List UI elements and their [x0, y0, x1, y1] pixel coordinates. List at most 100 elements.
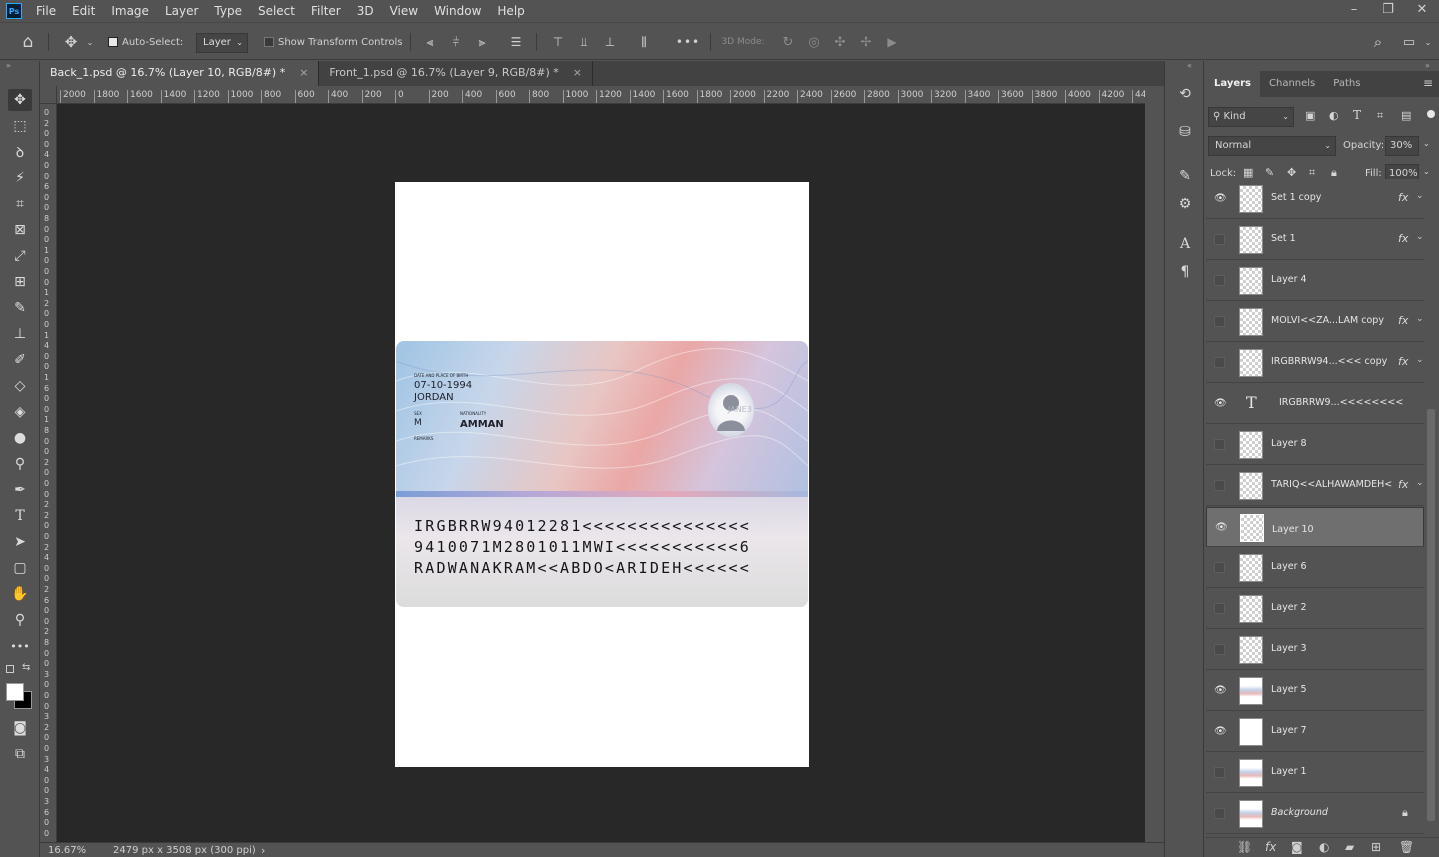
auto-select-target-dropdown[interactable]: Layer ⌄: [196, 33, 248, 53]
align-bottom-icon[interactable]: ⊥: [600, 31, 620, 53]
align-top-icon[interactable]: ⊤: [548, 31, 568, 53]
layer-effects-icon[interactable]: fx: [1398, 478, 1408, 491]
3d-pan-icon[interactable]: ✣: [830, 31, 850, 53]
menu-type[interactable]: Type: [206, 0, 250, 22]
dodge-tool-icon[interactable]: ⚲: [8, 453, 32, 475]
foreground-color-swatch[interactable]: [6, 683, 24, 701]
tab-layers[interactable]: Layers: [1205, 71, 1260, 97]
lock-all-icon[interactable]: 🔒︎: [1331, 166, 1337, 180]
3d-slide-icon[interactable]: ✢: [856, 31, 876, 53]
visibility-off-icon[interactable]: [1214, 275, 1225, 286]
visibility-eye-icon[interactable]: 👁︎: [1214, 685, 1227, 697]
layer-row[interactable]: Layer 2: [1206, 589, 1424, 629]
layer-list-scrollbar[interactable]: [1427, 409, 1435, 821]
tab-paths[interactable]: Paths: [1324, 71, 1369, 97]
visibility-eye-icon[interactable]: 👁︎: [1214, 193, 1227, 205]
crop-tool-icon[interactable]: ⌗: [8, 193, 32, 215]
move-tool-preset-icon[interactable]: ✥: [58, 31, 84, 53]
filter-adjustment-icon[interactable]: ◐: [1329, 109, 1339, 122]
tab-back-psd[interactable]: Back_1.psd @ 16.7% (Layer 10, RGB/8#) * ×: [40, 61, 320, 86]
visibility-eye-icon[interactable]: 👁︎: [1214, 398, 1227, 410]
filter-smart-object-icon[interactable]: ▤: [1401, 109, 1411, 122]
layer-row[interactable]: MOLVI<<ZA...LAM copy fx ⌄: [1206, 302, 1424, 342]
zoom-level[interactable]: 16.67%: [48, 845, 86, 856]
delete-layer-icon[interactable]: 🗑︎: [1399, 840, 1414, 854]
3d-orbit-icon[interactable]: ↻: [778, 31, 798, 53]
filter-type-icon[interactable]: T: [1353, 108, 1361, 122]
3d-scale-icon[interactable]: ▶: [882, 31, 902, 53]
show-transform-controls-checkbox[interactable]: Show Transform Controls: [264, 31, 404, 53]
menu-filter[interactable]: Filter: [303, 0, 349, 22]
layer-effects-icon[interactable]: fx: [1398, 355, 1408, 368]
filter-pixel-icon[interactable]: ▣: [1305, 109, 1315, 122]
adjustments-panel-icon[interactable]: ⚙: [1174, 193, 1196, 215]
visibility-off-icon[interactable]: [1214, 603, 1225, 614]
3d-roll-icon[interactable]: ◎: [804, 31, 824, 53]
menu-edit[interactable]: Edit: [64, 0, 103, 22]
eyedropper-tool-icon[interactable]: ⤢: [8, 245, 32, 267]
align-right-icon[interactable]: ⫸: [472, 31, 492, 53]
history-brush-tool-icon[interactable]: ✐: [8, 349, 32, 371]
screen-mode-icon[interactable]: ⧉: [8, 743, 32, 765]
close-icon[interactable]: ×: [299, 66, 308, 79]
layer-row[interactable]: Layer 1: [1206, 753, 1424, 793]
blend-mode-dropdown[interactable]: Normal ⌄: [1208, 136, 1336, 156]
move-tool-icon[interactable]: ✥: [8, 89, 32, 111]
document-page[interactable]: DATE AND PLACE OF BIRTH 07-10-1994 JORDA…: [395, 182, 809, 767]
visibility-off-icon[interactable]: [1214, 439, 1225, 450]
layer-row[interactable]: Set 1 fx ⌄: [1206, 220, 1424, 260]
layer-row[interactable]: 👁︎ T IRGBRRW9...<<<<<<<<: [1206, 384, 1424, 424]
brush-settings-panel-icon[interactable]: ✎: [1174, 165, 1196, 187]
character-panel-icon[interactable]: A: [1174, 233, 1196, 255]
collapse-icon[interactable]: »: [1425, 61, 1430, 70]
blur-tool-icon[interactable]: ●: [8, 427, 32, 449]
lock-transparent-pixels-icon[interactable]: ▦: [1243, 166, 1253, 179]
filter-toggle-icon[interactable]: [1427, 110, 1435, 118]
layer-row[interactable]: TARIQ<<ALHAWAMDEH< fx ⌄: [1206, 466, 1424, 506]
visibility-off-icon[interactable]: [1214, 316, 1225, 327]
new-group-icon[interactable]: ▰: [1345, 840, 1354, 854]
layer-effects-icon[interactable]: fx: [1398, 232, 1408, 245]
opacity-input[interactable]: 30%: [1385, 136, 1419, 156]
chevron-down-icon[interactable]: ⌄: [1423, 167, 1430, 176]
pen-tool-icon[interactable]: ✒: [8, 479, 32, 501]
new-adjustment-layer-icon[interactable]: ◐: [1319, 840, 1329, 854]
menu-window[interactable]: Window: [426, 0, 489, 22]
layer-row[interactable]: IRGBRRW94...<<< copy fx ⌄: [1206, 343, 1424, 383]
chevron-down-icon[interactable]: ⌄: [1416, 478, 1424, 488]
align-vcenter-icon[interactable]: ⫫: [574, 31, 594, 53]
chevron-down-icon[interactable]: ⌄: [1416, 191, 1424, 201]
panel-menu-icon[interactable]: ≡: [1423, 76, 1433, 90]
minimize-button[interactable]: –: [1337, 0, 1371, 22]
clone-stamp-tool-icon[interactable]: ⊥: [8, 323, 32, 345]
lock-position-icon[interactable]: ✥: [1287, 166, 1296, 179]
more-tools-icon[interactable]: •••: [8, 635, 32, 657]
chevron-down-icon[interactable]: ⌄: [84, 31, 96, 53]
layer-effects-icon[interactable]: fx: [1398, 191, 1408, 204]
brush-tool-icon[interactable]: ✎: [8, 297, 32, 319]
visibility-off-icon[interactable]: [1214, 767, 1225, 778]
layer-row[interactable]: 👁︎ Set 1 copy fx ⌄: [1206, 179, 1424, 219]
visibility-off-icon[interactable]: [1214, 480, 1225, 491]
libraries-panel-icon[interactable]: ⛁: [1174, 121, 1196, 143]
chevron-down-icon[interactable]: ⌄: [1422, 31, 1434, 53]
visibility-off-icon[interactable]: [1214, 562, 1225, 573]
chevron-down-icon[interactable]: ⌄: [1423, 139, 1430, 148]
auto-select-checkbox[interactable]: Auto-Select:: [108, 31, 188, 53]
paragraph-panel-icon[interactable]: ¶: [1174, 261, 1196, 283]
visibility-eye-icon[interactable]: 👁︎: [1214, 726, 1227, 738]
status-menu-arrow[interactable]: ›: [261, 844, 265, 857]
menu-3d[interactable]: 3D: [349, 0, 382, 22]
collapse-icon[interactable]: «: [1187, 61, 1192, 70]
visibility-off-icon[interactable]: [1214, 357, 1225, 368]
distribute-vertical-icon[interactable]: ⫼: [634, 31, 654, 53]
rectangle-tool-icon[interactable]: ▢: [8, 557, 32, 579]
chevron-down-icon[interactable]: ⌄: [1416, 314, 1424, 324]
frame-tool-icon[interactable]: ⊠: [8, 219, 32, 241]
healing-brush-tool-icon[interactable]: ⊞: [8, 271, 32, 293]
menu-view[interactable]: View: [382, 0, 426, 22]
layer-row[interactable]: Layer 4: [1206, 261, 1424, 301]
marquee-tool-icon[interactable]: ⬚: [8, 115, 32, 137]
link-layers-icon[interactable]: ⛓: [1237, 840, 1252, 854]
lasso-tool-icon[interactable]: ꝺ: [8, 141, 32, 163]
